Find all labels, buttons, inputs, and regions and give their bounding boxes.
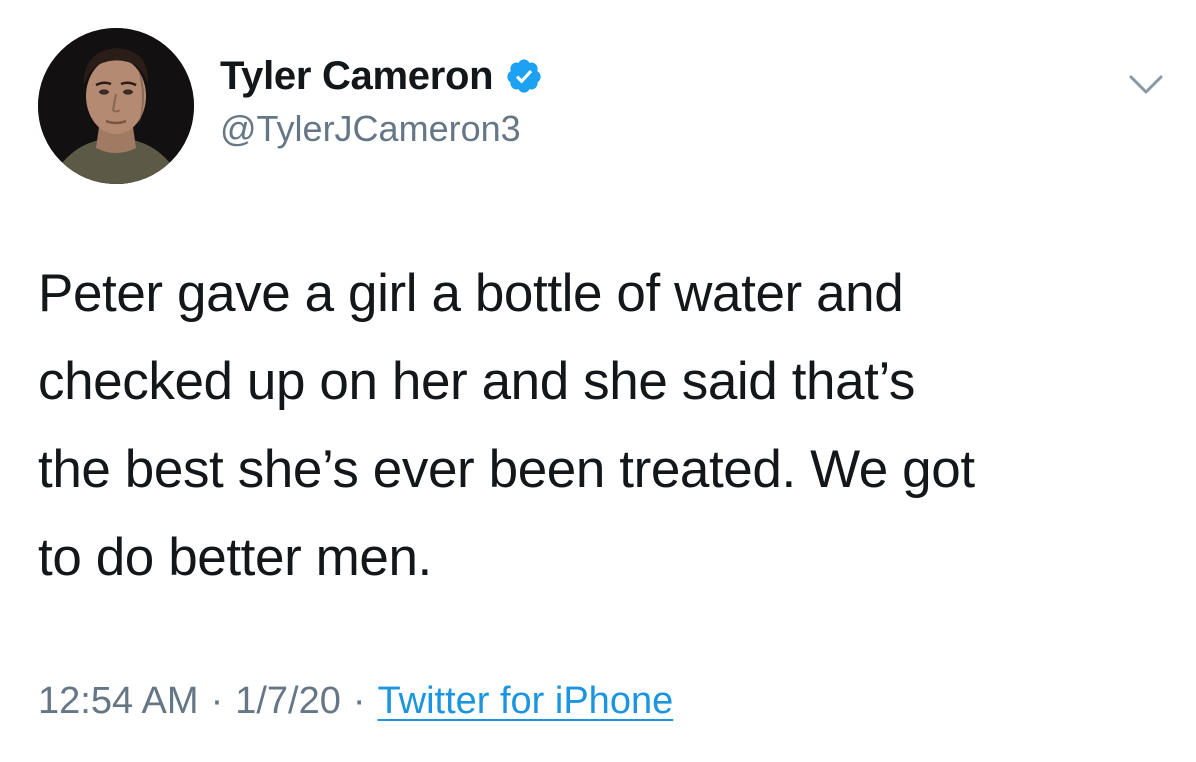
tweet-source-link[interactable]: Twitter for iPhone	[378, 680, 674, 723]
display-name[interactable]: Tyler Cameron	[220, 54, 494, 99]
user-handle[interactable]: @TylerJCameron3	[220, 108, 521, 150]
tweet-text-line: Peter gave a girl a bottle of water and	[38, 264, 904, 323]
tweet-text: Peter gave a girl a bottle of water and …	[38, 250, 1168, 602]
verified-badge-icon	[505, 57, 543, 95]
profile-photo-icon	[38, 28, 194, 184]
meta-separator: ·	[352, 680, 366, 722]
tweet-date[interactable]: 1/7/20	[235, 680, 341, 723]
tweet-text-line: to do better men.	[38, 528, 432, 587]
tweet-card: Tyler Cameron @TylerJCameron3 Peter gave…	[0, 0, 1196, 762]
chevron-down-icon[interactable]	[1128, 72, 1164, 98]
tweet-text-line: the best she’s ever been treated. We got	[38, 440, 975, 499]
author-name-row[interactable]: Tyler Cameron	[220, 52, 543, 100]
tweet-time[interactable]: 12:54 AM	[38, 680, 199, 723]
tweet-meta: 12:54 AM · 1/7/20 · Twitter for iPhone	[38, 680, 673, 723]
meta-separator: ·	[210, 680, 224, 722]
tweet-text-line: checked up on her and she said that’s	[38, 352, 916, 411]
avatar[interactable]	[38, 28, 194, 184]
